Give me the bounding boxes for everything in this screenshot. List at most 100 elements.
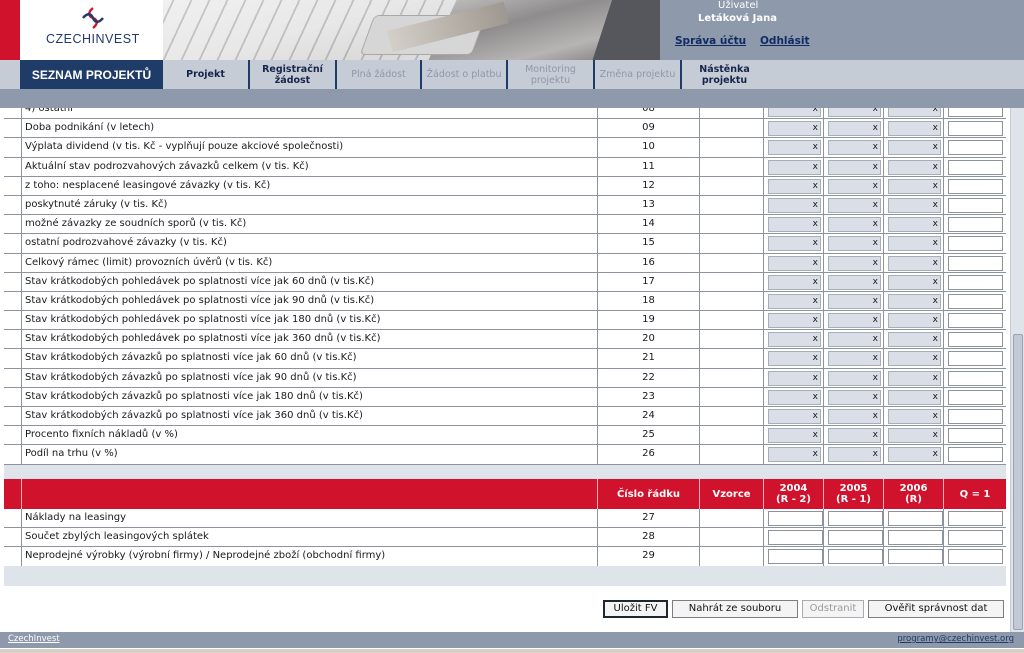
- disabled-field: x: [828, 159, 881, 175]
- value-input[interactable]: [888, 549, 943, 565]
- row-label: Neprodejné výrobky (výrobní firmy) / Nep…: [22, 547, 598, 567]
- q-input[interactable]: [948, 351, 1003, 367]
- year-cell: x: [884, 426, 944, 446]
- value-input[interactable]: [768, 511, 823, 526]
- footer-email-link[interactable]: programy@czechinvest.org: [897, 634, 1014, 644]
- row-code: 10: [598, 138, 700, 158]
- form-content: 4) ostatní 08 x x x Doba podnikání (v letech)…: [0, 108, 1010, 632]
- financial-indicators-table: 4) ostatní 08 x x x Doba podnikání (v letech)…: [4, 108, 1006, 465]
- disabled-field: x: [768, 332, 821, 348]
- year-cell: x: [884, 407, 944, 427]
- q-input[interactable]: [948, 255, 1003, 271]
- year-cell: [824, 528, 884, 548]
- disabled-field: x: [828, 447, 881, 463]
- q-input[interactable]: [948, 530, 1003, 546]
- logout-link[interactable]: Odhlásit: [760, 35, 809, 47]
- tab-project-change[interactable]: Změna projektu: [595, 60, 682, 89]
- tab-registration[interactable]: Registrační žádost: [250, 60, 337, 89]
- formula-cell: [700, 368, 764, 388]
- account-settings-link[interactable]: Správa účtu: [675, 35, 746, 47]
- tab-payment-request[interactable]: Žádost o platbu: [422, 60, 508, 89]
- row-code: 08: [598, 108, 700, 120]
- row-code: 13: [598, 195, 700, 216]
- q-input[interactable]: [948, 389, 1003, 405]
- q-input[interactable]: [948, 511, 1003, 526]
- q-input[interactable]: [948, 313, 1003, 329]
- table-row: Náklady na leasingy 27: [4, 509, 1006, 529]
- formula-cell: [700, 509, 764, 529]
- table-row: Neprodejné výrobky (výrobní firmy) / Nep…: [4, 547, 1006, 567]
- q-input[interactable]: [948, 293, 1003, 309]
- load-from-file-button[interactable]: Nahrát ze souboru: [672, 600, 798, 618]
- logo-text: CZECHINVEST: [46, 32, 140, 46]
- tab-noticeboard[interactable]: Nástěnka projektu: [682, 60, 767, 89]
- disabled-field: x: [888, 409, 941, 424]
- q-input[interactable]: [948, 159, 1003, 175]
- row-code: 29: [598, 547, 700, 567]
- q-input[interactable]: [948, 108, 1003, 117]
- row-code: 26: [598, 445, 700, 465]
- disabled-field: x: [828, 140, 881, 156]
- vertical-scrollbar[interactable]: [1010, 108, 1024, 632]
- row-marker: [4, 215, 22, 235]
- tab-label: Nástěnka projektu: [699, 63, 750, 86]
- q-input[interactable]: [948, 409, 1003, 424]
- value-input[interactable]: [888, 530, 943, 546]
- table-row: Stav krátkodobých závazků po splatnosti …: [4, 407, 1006, 427]
- disabled-field: x: [888, 255, 941, 271]
- q-input[interactable]: [948, 549, 1003, 565]
- disabled-field: x: [768, 236, 821, 252]
- disabled-field: x: [888, 370, 941, 386]
- year-cell: x: [824, 445, 884, 465]
- value-input[interactable]: [888, 511, 943, 526]
- q-input[interactable]: [948, 428, 1003, 444]
- disabled-field: x: [828, 351, 881, 367]
- q-cell: [944, 119, 1006, 139]
- row-label: z toho: nesplacené leasingové závazky (v…: [22, 176, 598, 196]
- tab-label: Monitoring projektu: [525, 63, 576, 86]
- value-input[interactable]: [828, 530, 883, 546]
- q-input[interactable]: [948, 332, 1003, 348]
- year-cell: x: [764, 445, 824, 465]
- q-cell: [944, 330, 1006, 350]
- q-input[interactable]: [948, 370, 1003, 386]
- row-code: 17: [598, 272, 700, 292]
- disabled-field: x: [768, 370, 821, 386]
- disabled-field: x: [768, 313, 821, 329]
- value-input[interactable]: [768, 530, 823, 546]
- year-cell: x: [824, 272, 884, 292]
- year-cell: [884, 547, 944, 567]
- value-input[interactable]: [828, 511, 883, 526]
- footer-brand-link[interactable]: CzechInvest: [8, 634, 60, 644]
- tab-project[interactable]: Projekt: [163, 60, 250, 89]
- q-input[interactable]: [948, 217, 1003, 233]
- value-input[interactable]: [828, 549, 883, 565]
- row-code: 27: [598, 509, 700, 529]
- q-input[interactable]: [948, 140, 1003, 156]
- q-input[interactable]: [948, 236, 1003, 252]
- q-input[interactable]: [948, 197, 1003, 213]
- formula-cell: [700, 176, 764, 196]
- leasing-table-body: Náklady na leasingy 27 Součet zbylých leas…: [4, 509, 1006, 567]
- year-cell: x: [884, 387, 944, 407]
- value-input[interactable]: [768, 549, 823, 565]
- remove-button[interactable]: Odstranit: [802, 600, 864, 618]
- year-cell: [824, 547, 884, 567]
- disabled-field: x: [888, 108, 941, 117]
- q-input[interactable]: [948, 178, 1003, 194]
- verify-data-button[interactable]: Ověřit správnost dat: [868, 600, 1004, 618]
- q-input[interactable]: [948, 274, 1003, 290]
- q-input[interactable]: [948, 121, 1003, 137]
- row-label: Podíl na trhu (v %): [22, 445, 598, 465]
- year-cell: x: [884, 445, 944, 465]
- q-input[interactable]: [948, 447, 1003, 463]
- czechinvest-logo[interactable]: CZECHINVEST: [0, 0, 163, 60]
- row-code: 11: [598, 157, 700, 177]
- logo-mark-icon: [82, 7, 104, 29]
- tab-full-application[interactable]: Plná žádost: [337, 60, 422, 89]
- header: CZECHINVEST Uživatel Letáková Jana Správ…: [0, 0, 1024, 60]
- save-button[interactable]: Uložit FV: [603, 600, 668, 618]
- scrollbar-thumb[interactable]: [1013, 334, 1023, 630]
- tab-monitoring[interactable]: Monitoring projektu: [508, 60, 595, 89]
- project-list-button[interactable]: SEZNAM PROJEKTŮ: [20, 60, 163, 89]
